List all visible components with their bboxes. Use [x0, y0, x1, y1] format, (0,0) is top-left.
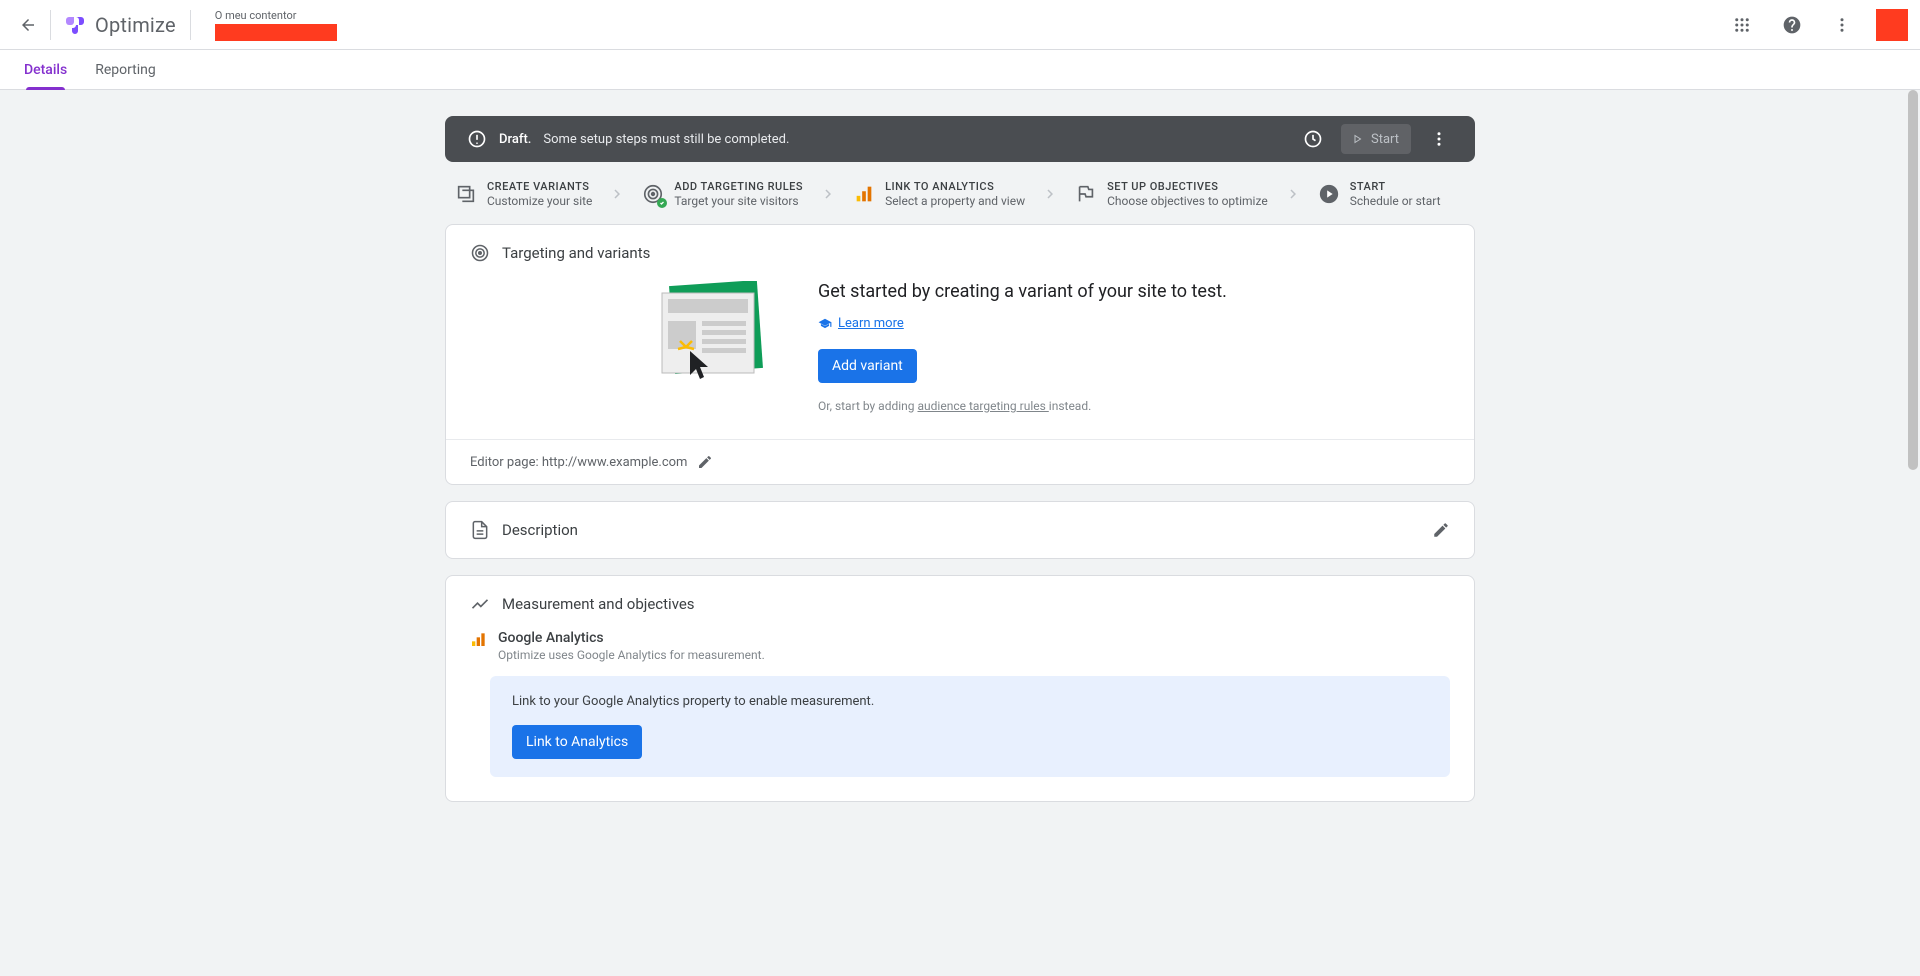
play-circle-icon — [1318, 183, 1340, 205]
topbar-separator — [50, 10, 51, 40]
logo[interactable]: Optimize — [63, 13, 176, 37]
ga-title: Google Analytics — [498, 630, 765, 646]
status-message: Some setup steps must still be completed… — [543, 132, 789, 147]
editor-page-label: Editor page: http://www.example.com — [470, 455, 687, 470]
topbar-right — [1722, 5, 1912, 45]
schedule-button[interactable] — [1293, 119, 1333, 159]
step-objectives[interactable]: SET UP OBJECTIVES Choose objectives to o… — [1075, 180, 1268, 208]
start-label: Start — [1371, 132, 1399, 147]
step-targeting-rules[interactable]: ADD TARGETING RULES Target your site vis… — [642, 180, 803, 208]
trending-icon — [470, 594, 490, 614]
tab-details[interactable]: Details — [24, 50, 67, 90]
apps-button[interactable] — [1722, 5, 1762, 45]
school-icon — [818, 317, 832, 331]
topbar-separator — [190, 10, 191, 40]
editor-page-footer: Editor page: http://www.example.com — [446, 439, 1474, 484]
flag-icon — [1075, 183, 1097, 205]
redacted-experiment-name — [215, 24, 337, 41]
check-badge-icon — [656, 197, 668, 209]
target-icon — [470, 243, 490, 263]
tabs-bar: Details Reporting — [0, 50, 1920, 90]
analytics-icon — [853, 183, 875, 205]
add-variant-button[interactable]: Add variant — [818, 349, 917, 383]
variants-icon — [455, 183, 477, 205]
step-title: SET UP OBJECTIVES — [1107, 180, 1268, 193]
edit-icon[interactable] — [697, 454, 713, 470]
variant-illustration — [650, 281, 780, 391]
card-title: Description — [502, 521, 578, 539]
step-sub: Target your site visitors — [674, 194, 803, 208]
chevron-right-icon — [819, 185, 837, 203]
card-title: Targeting and variants — [502, 244, 650, 262]
ga-banner-text: Link to your Google Analytics property t… — [512, 694, 1428, 709]
edit-icon — [1432, 521, 1450, 539]
optimize-logo-icon — [63, 13, 87, 37]
step-sub: Choose objectives to optimize — [1107, 194, 1268, 208]
variant-hint: Or, start by adding audience targeting r… — [818, 399, 1450, 413]
step-sub: Select a property and view — [885, 194, 1025, 208]
tab-label: Reporting — [95, 62, 156, 78]
more-vert-icon — [1833, 16, 1851, 34]
step-title: CREATE VARIANTS — [487, 180, 592, 193]
start-button[interactable]: Start — [1341, 124, 1411, 154]
scrollbar[interactable] — [1906, 90, 1920, 976]
step-sub: Customize your site — [487, 194, 592, 208]
description-card: Description — [445, 501, 1475, 559]
logo-text: Optimize — [95, 13, 176, 37]
error-outline-icon — [467, 129, 487, 149]
step-title: LINK TO ANALYTICS — [885, 180, 1025, 193]
scrollbar-thumb[interactable] — [1908, 90, 1918, 470]
help-icon — [1782, 15, 1802, 35]
content-area: Draft. Some setup steps must still be co… — [0, 90, 1920, 976]
step-link-analytics[interactable]: LINK TO ANALYTICS Select a property and … — [853, 180, 1025, 208]
link-analytics-button[interactable]: Link to Analytics — [512, 725, 642, 759]
schedule-icon — [1303, 129, 1323, 149]
step-sub: Schedule or start — [1350, 194, 1441, 208]
user-avatar[interactable] — [1876, 9, 1908, 41]
topbar: Optimize O meu contentor — [0, 0, 1920, 50]
setup-steps: CREATE VARIANTS Customize your site ADD … — [445, 162, 1475, 222]
chevron-right-icon — [1041, 185, 1059, 203]
targeting-rules-link[interactable]: audience targeting rules — [918, 399, 1049, 413]
more-menu-button[interactable] — [1822, 5, 1862, 45]
edit-description-button[interactable] — [1432, 521, 1450, 539]
arrow-left-icon — [19, 16, 37, 34]
help-button[interactable] — [1772, 5, 1812, 45]
measurement-card: Measurement and objectives Google Analyt… — [445, 575, 1475, 802]
more-vert-icon — [1430, 130, 1448, 148]
tab-label: Details — [24, 62, 67, 78]
back-button[interactable] — [8, 5, 48, 45]
status-more-button[interactable] — [1419, 119, 1459, 159]
step-title: START — [1350, 180, 1441, 193]
step-title: ADD TARGETING RULES — [674, 180, 803, 193]
chevron-right-icon — [1284, 185, 1302, 203]
apps-grid-icon — [1733, 16, 1751, 34]
tab-reporting[interactable]: Reporting — [95, 50, 156, 90]
step-create-variants[interactable]: CREATE VARIANTS Customize your site — [455, 180, 592, 208]
chevron-right-icon — [608, 185, 626, 203]
status-bar: Draft. Some setup steps must still be co… — [445, 116, 1475, 162]
google-analytics-icon — [470, 632, 486, 648]
description-icon — [470, 520, 490, 540]
step-start[interactable]: START Schedule or start — [1318, 180, 1441, 208]
play-icon — [1351, 133, 1363, 145]
learn-more-link[interactable]: Learn more — [818, 316, 904, 331]
container-label: O meu contentor — [215, 9, 337, 22]
ga-subtitle: Optimize uses Google Analytics for measu… — [498, 648, 765, 662]
card-title: Measurement and objectives — [502, 595, 695, 613]
container-dropdown[interactable]: O meu contentor — [215, 9, 337, 41]
ga-link-banner: Link to your Google Analytics property t… — [490, 676, 1450, 777]
learn-more-label: Learn more — [838, 316, 904, 331]
variants-card: Targeting and variants Get started by c — [445, 224, 1475, 485]
status-draft-label: Draft. — [499, 132, 531, 147]
variant-intro: Get started by creating a variant of you… — [818, 281, 1450, 302]
